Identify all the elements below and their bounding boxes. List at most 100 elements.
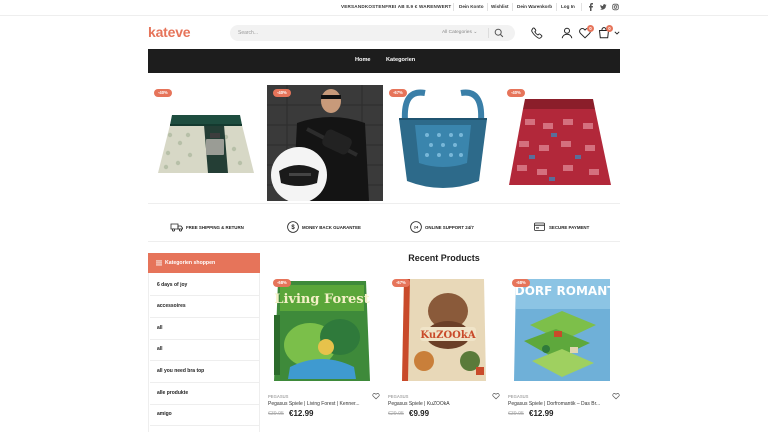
game-box-image: DORF ROMANTIK xyxy=(514,279,614,381)
discount-badge: -40% xyxy=(154,89,172,97)
divider xyxy=(150,317,260,318)
search-icon[interactable] xyxy=(493,27,505,39)
search-bar: All Categories ⌄ xyxy=(230,25,515,41)
box-title: KuZOOkA xyxy=(420,330,475,341)
discount-badge: -40% xyxy=(507,89,525,97)
main-nav: Home Kategorien xyxy=(148,49,620,73)
truck-icon xyxy=(170,223,183,232)
divider xyxy=(556,3,557,11)
cart-count-badge: 0 xyxy=(606,25,613,32)
chevron-down-icon[interactable] xyxy=(614,31,620,35)
category-item[interactable]: amigo xyxy=(157,411,172,417)
user-icon[interactable] xyxy=(560,26,574,40)
twitter-icon[interactable] xyxy=(600,3,607,11)
divider xyxy=(488,28,489,38)
product-brand: PEGASUS xyxy=(268,394,289,399)
divider xyxy=(150,360,260,361)
category-menu-title: Kategorien shoppen xyxy=(165,260,216,266)
product-brand: PEGASUS xyxy=(508,394,529,399)
nav-kategorien[interactable]: Kategorien xyxy=(386,57,415,63)
banner-product-1[interactable] xyxy=(148,85,264,201)
divider xyxy=(512,3,513,11)
product-price: €9.99 xyxy=(409,409,430,418)
discount-badge: -68% xyxy=(512,279,530,287)
product-image[interactable]: KuZOOkA xyxy=(390,275,494,385)
svg-text:$: $ xyxy=(291,225,295,231)
product-price: €12.99 xyxy=(529,409,554,418)
heart-icon[interactable] xyxy=(492,392,500,400)
category-select-label: All Categories xyxy=(442,29,472,35)
divider xyxy=(150,404,260,405)
feature-label: ONLINE SUPPORT 24/7 xyxy=(425,224,474,230)
phone-icon[interactable] xyxy=(530,26,544,40)
product-name[interactable]: Pegasus Spiele | KuZOOkA xyxy=(388,401,450,407)
feature-label: SECURE PAYMENT xyxy=(549,224,590,230)
divider xyxy=(150,382,260,383)
category-menu-header[interactable]: Kategorien shoppen xyxy=(148,253,260,273)
product-image[interactable]: DORF ROMANTIK xyxy=(510,275,614,385)
heart-icon[interactable] xyxy=(612,392,620,400)
product-name[interactable]: Pegasus Spiele | Dorfromantik – Das Br..… xyxy=(508,401,600,407)
product-image[interactable]: Living Forest xyxy=(270,275,374,385)
category-item[interactable]: 6 days of joy xyxy=(157,282,187,288)
money-icon: $ xyxy=(287,221,299,233)
discount-badge: -67% xyxy=(392,279,410,287)
skirt-image xyxy=(509,99,611,185)
banner-product-4[interactable] xyxy=(503,85,619,201)
shoulder-bag-image xyxy=(399,89,487,188)
divider xyxy=(150,295,260,296)
divider xyxy=(453,3,454,11)
category-item[interactable]: all xyxy=(157,346,163,352)
section-title: Recent Products xyxy=(408,253,480,263)
account-link[interactable]: Dein Konto xyxy=(459,4,484,9)
feature-label: FREE SHIPPING & RETURN xyxy=(186,224,244,230)
discount-badge: -40% xyxy=(273,89,291,97)
old-price: €39.95 xyxy=(268,411,284,417)
facebook-icon[interactable] xyxy=(588,3,594,11)
game-box-image: Living Forest xyxy=(274,281,370,381)
chevron-down-icon: ⌄ xyxy=(473,29,478,35)
divider xyxy=(150,425,260,426)
category-item[interactable]: alle produkte xyxy=(157,390,188,396)
wishlist-link[interactable]: Wishlist xyxy=(491,4,509,9)
box-title: Living Forest xyxy=(274,292,369,307)
product-name[interactable]: Pegasus Spiele | Living Forest | Kenner.… xyxy=(268,401,360,407)
divider xyxy=(148,203,620,204)
box-title: DORF ROMANTIK xyxy=(515,284,614,298)
discount-badge: -68% xyxy=(273,279,291,287)
banner-product-3[interactable] xyxy=(385,85,501,201)
divider xyxy=(581,3,582,11)
wishlist-count-badge: 0 xyxy=(587,25,594,32)
category-select[interactable]: All Categories ⌄ xyxy=(442,30,477,35)
top-bar: VERSANDKOSTENFREI AB 8.9 € WARENWERT Dei… xyxy=(0,0,768,16)
svg-text:24: 24 xyxy=(414,225,419,230)
skirt-image xyxy=(158,115,254,173)
banner-product-2[interactable] xyxy=(267,85,383,201)
support-icon: 24 xyxy=(410,221,422,233)
old-price: €39.95 xyxy=(508,411,524,417)
login-link[interactable]: Log In xyxy=(561,4,575,9)
discount-badge: -67% xyxy=(389,89,407,97)
category-item[interactable]: accessoires xyxy=(157,303,186,309)
card-icon xyxy=(534,222,545,231)
divider xyxy=(487,3,488,11)
logo[interactable]: kateve xyxy=(148,24,191,40)
heart-icon[interactable] xyxy=(372,392,380,400)
category-list: 6 days of joy accessoires all all all yo… xyxy=(148,273,260,432)
product-price: €12.99 xyxy=(289,409,314,418)
divider xyxy=(148,241,620,242)
shipping-promo: VERSANDKOSTENFREI AB 8.9 € WARENWERT xyxy=(341,4,452,9)
divider xyxy=(150,339,260,340)
cart-link[interactable]: Dein Warenkorb xyxy=(517,4,552,9)
category-item[interactable]: all you need bra top xyxy=(157,368,204,374)
category-item[interactable]: all xyxy=(157,325,163,331)
feature-label: MONEY BACK GUARANTEE xyxy=(302,224,361,230)
nav-home[interactable]: Home xyxy=(355,57,371,63)
product-brand: PEGASUS xyxy=(388,394,409,399)
old-price: €29.95 xyxy=(388,411,404,417)
belt-bag-image xyxy=(267,85,383,201)
search-input[interactable] xyxy=(238,27,428,39)
game-box-image: KuZOOkA xyxy=(402,279,486,381)
instagram-icon[interactable] xyxy=(612,3,619,11)
menu-icon xyxy=(156,260,162,266)
